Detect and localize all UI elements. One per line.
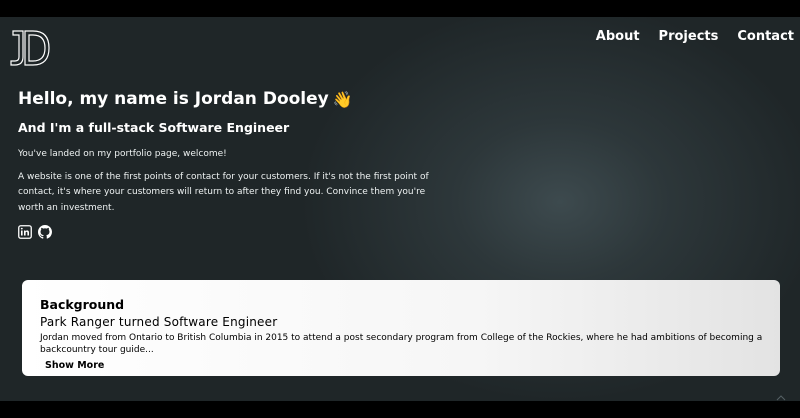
hero-section: Hello, my name is Jordan Dooley 👋 And I'… bbox=[18, 89, 438, 239]
social-links bbox=[18, 224, 438, 239]
nav-about[interactable]: About bbox=[596, 29, 640, 44]
welcome-text: You've landed on my portfolio page, welc… bbox=[18, 149, 227, 159]
github-icon[interactable] bbox=[38, 224, 52, 239]
chevron-up-icon[interactable] bbox=[776, 395, 786, 401]
hero-title-text: Hello, my name is Jordan Dooley bbox=[18, 89, 329, 109]
jd-logo[interactable] bbox=[9, 27, 51, 69]
background-card: Background Park Ranger turned Software E… bbox=[22, 280, 780, 376]
card-heading: Background bbox=[40, 297, 125, 312]
hero-subtitle: And I'm a full-stack Software Engineer bbox=[18, 120, 290, 135]
intro-text: A website is one of the first points of … bbox=[18, 171, 429, 213]
card-body: Jordan moved from Ontario to British Col… bbox=[40, 333, 763, 355]
nav-contact[interactable]: Contact bbox=[737, 29, 794, 44]
card-subheading: Park Ranger turned Software Engineer bbox=[40, 315, 278, 329]
show-more-button[interactable]: Show More bbox=[45, 360, 104, 371]
page: About Projects Contact Hello, my name is… bbox=[0, 17, 800, 401]
linkedin-icon[interactable] bbox=[18, 224, 32, 239]
main-nav: About Projects Contact bbox=[596, 29, 794, 44]
nav-projects[interactable]: Projects bbox=[659, 29, 719, 44]
hero-title: Hello, my name is Jordan Dooley 👋 bbox=[18, 89, 438, 109]
waving-hand-icon: 👋 bbox=[332, 89, 353, 109]
